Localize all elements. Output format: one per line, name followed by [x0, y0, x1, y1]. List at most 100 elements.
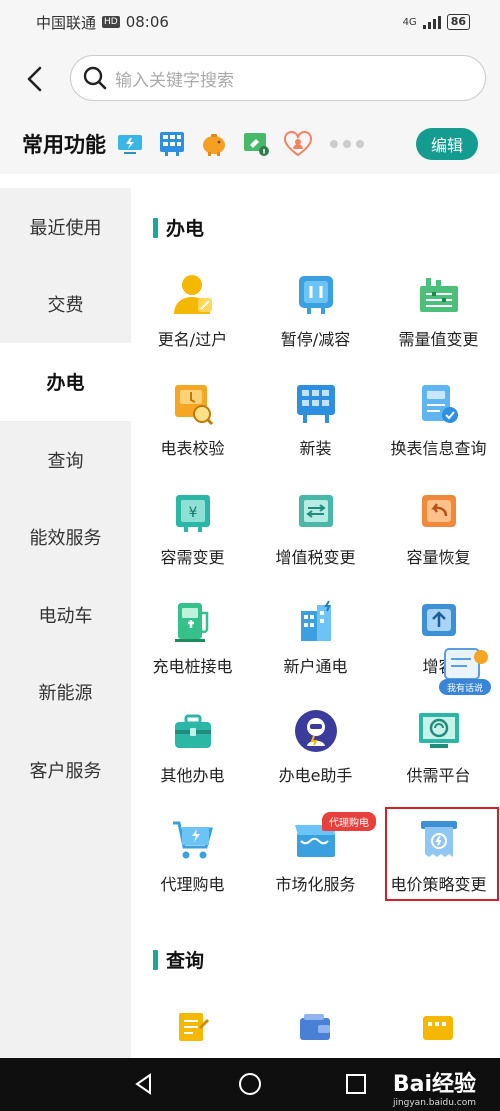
pause-capacity-icon — [298, 276, 333, 314]
section-accent-bar — [153, 949, 158, 970]
new-household-icon — [300, 600, 331, 641]
category-sidebar: 最近使用 交费 办电 查询 能效服务 电动车 新能源 客户服务 — [0, 188, 131, 1058]
robot-icon — [294, 710, 337, 752]
battery-icon: 86 — [446, 14, 470, 30]
query-document-icon[interactable] — [176, 1010, 210, 1044]
service-label: 供需平台 — [406, 766, 471, 785]
section-title-apply: 办电 — [153, 214, 204, 241]
service-vat-change[interactable]: 增值税变更 — [254, 480, 377, 580]
vat-change-icon — [298, 495, 333, 527]
service-meter-check[interactable]: 电表校验 — [131, 371, 254, 471]
nav-home-icon[interactable] — [238, 1072, 262, 1096]
service-label: 换表信息查询 — [390, 439, 487, 458]
query-card-icon[interactable] — [421, 1012, 455, 1044]
meter-info-icon — [421, 385, 458, 423]
capacity-increase-icon — [421, 604, 456, 636]
briefcase-icon — [174, 714, 211, 748]
highlight-box — [385, 807, 499, 901]
service-new-household[interactable]: 新户通电 — [254, 589, 377, 689]
feedback-label: 我有话说 — [446, 684, 483, 694]
demand-change-icon — [419, 278, 458, 312]
back-arrow-icon[interactable] — [24, 66, 46, 92]
common-functions-title: 常用功能 — [22, 133, 106, 157]
watermark-brand: Bai经验 — [392, 1072, 476, 1097]
sidebar-item-ev[interactable]: 电动车 — [0, 576, 131, 654]
service-label: 需量值变更 — [398, 330, 479, 349]
status-bar: 中国联通 HD 08:06 4G 86 — [0, 0, 500, 44]
clock: 08:06 — [125, 13, 169, 31]
service-label: 其他办电 — [160, 766, 225, 785]
watermark-url: jingyan.baidu.com — [392, 1098, 476, 1108]
carrier-name: 中国联通 — [36, 13, 97, 32]
service-charger[interactable]: 充电桩接电 — [131, 589, 254, 689]
sidebar-item-recent[interactable]: 最近使用 — [0, 188, 131, 266]
cart-icon — [172, 821, 213, 859]
plug-info-icon[interactable] — [242, 130, 270, 158]
section-accent-bar — [153, 217, 158, 238]
signal-icon — [422, 15, 441, 29]
service-label: 容量恢复 — [406, 548, 471, 567]
service-label: 新户通电 — [283, 657, 348, 676]
capacity-restore-icon — [421, 495, 456, 527]
new-install-icon — [296, 385, 335, 423]
sidebar-item-efficiency[interactable]: 能效服务 — [0, 498, 131, 576]
common-functions-bar: 常用功能 编辑 — [0, 114, 500, 174]
service-pause-reduce[interactable]: 暂停/减容 — [254, 262, 377, 362]
service-label: 电表校验 — [160, 439, 225, 458]
sidebar-item-query[interactable]: 查询 — [0, 421, 131, 499]
sidebar-item-apply[interactable]: 办电 — [0, 343, 131, 421]
service-label: 办电e助手 — [278, 766, 353, 785]
service-label: 新装 — [299, 439, 332, 458]
service-capacity-demand[interactable]: ¥ 容需变更 — [131, 480, 254, 580]
search-header: 输入关键字搜索 — [0, 44, 500, 114]
service-e-assistant[interactable]: 办电e助手 — [254, 698, 377, 798]
section-title-text: 办电 — [166, 218, 205, 240]
service-supply-platform[interactable]: 供需平台 — [377, 698, 500, 798]
search-placeholder: 输入关键字搜索 — [115, 70, 234, 91]
platform-icon — [418, 713, 459, 748]
grid-panel-icon[interactable] — [158, 130, 186, 158]
system-nav-bar: Bai经验 jingyan.baidu.com — [0, 1058, 500, 1111]
service-capacity-restore[interactable]: 容量恢复 — [377, 480, 500, 580]
charger-icon — [174, 603, 208, 642]
monitor-charge-icon[interactable] — [116, 130, 144, 158]
service-new-install[interactable]: 新装 — [254, 371, 377, 471]
sidebar-item-new-energy[interactable]: 新能源 — [0, 654, 131, 732]
query-wallet-icon[interactable] — [298, 1012, 332, 1044]
service-label: 暂停/减容 — [280, 330, 351, 349]
sidebar-item-payment[interactable]: 交费 — [0, 266, 131, 344]
service-agent-purchase[interactable]: 代理购电 — [131, 807, 254, 907]
search-icon — [83, 66, 107, 90]
service-label: 代理购电 — [160, 875, 225, 894]
svg-text:¥: ¥ — [188, 505, 197, 521]
more-dots-icon[interactable] — [330, 140, 364, 148]
user-rename-icon — [173, 275, 212, 314]
meter-check-icon — [174, 385, 213, 426]
service-label: 容需变更 — [160, 548, 225, 567]
sidebar-item-customer-service[interactable]: 客户服务 — [0, 731, 131, 809]
section-title-query: 查询 — [153, 946, 204, 973]
service-meter-info[interactable]: 换表信息查询 — [377, 371, 500, 471]
service-rename[interactable]: 更名/过户 — [131, 262, 254, 362]
section-title-text: 查询 — [166, 950, 205, 972]
hd-badge: HD — [102, 16, 120, 28]
nav-back-icon[interactable] — [132, 1072, 156, 1096]
service-label: 增值税变更 — [275, 548, 356, 567]
capacity-demand-icon: ¥ — [175, 495, 210, 532]
watermark: Bai经验 jingyan.baidu.com — [393, 1066, 476, 1108]
heart-service-icon[interactable] — [284, 130, 312, 158]
service-content: 办电 更名/过户 暂停/减容 需量值变更 电表校验 新装 换表信息查询 ¥ 容需… — [131, 188, 500, 1058]
search-input[interactable]: 输入关键字搜索 — [70, 55, 486, 101]
feedback-chat-button[interactable]: 我有话说 — [437, 645, 493, 699]
network-label: 4G — [402, 16, 417, 28]
service-label: 更名/过户 — [157, 330, 228, 349]
carrier-info: 中国联通 HD 08:06 — [36, 12, 169, 33]
service-demand-change[interactable]: 需量值变更 — [377, 262, 500, 362]
piggy-bank-icon[interactable] — [200, 130, 228, 158]
agent-purchase-badge: 代理购电 — [322, 812, 376, 831]
service-label: 充电桩接电 — [152, 657, 233, 676]
service-other[interactable]: 其他办电 — [131, 698, 254, 798]
nav-recents-icon[interactable] — [344, 1072, 368, 1096]
service-label: 市场化服务 — [275, 875, 356, 894]
edit-button[interactable]: 编辑 — [416, 128, 478, 160]
